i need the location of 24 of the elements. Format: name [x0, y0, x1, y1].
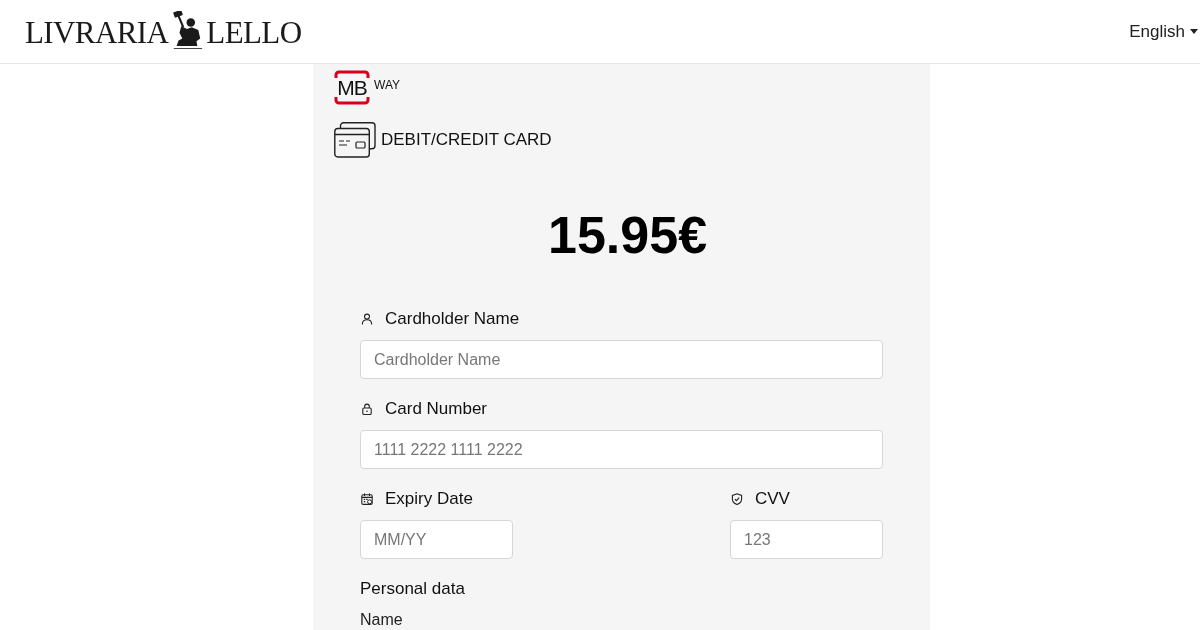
field-label: Name	[360, 611, 403, 629]
input-field[interactable]: MM/YY	[360, 520, 513, 559]
caret-icon	[1190, 29, 1198, 34]
field-label: Card Number	[385, 399, 488, 419]
logo-text: LELLO	[206, 17, 302, 48]
shield-check-icon	[731, 493, 743, 505]
field-label: Cardholder Name	[385, 309, 520, 329]
lock-icon	[361, 403, 373, 415]
section-title: Personal data	[360, 579, 465, 599]
input-field[interactable]: 123	[730, 520, 883, 559]
person-icon	[361, 313, 373, 325]
language-selector[interactable]: English	[1129, 21, 1198, 42]
payment-option[interactable]: DEBIT/CREDIT CARD	[334, 121, 552, 159]
price-amount: 15.95€	[548, 205, 708, 265]
input-field[interactable]: Cardholder Name	[360, 340, 883, 379]
field-label: CVV	[755, 489, 790, 509]
field-label: Expiry Date	[385, 489, 473, 509]
input-field[interactable]: 1111 2222 1111 2222	[360, 430, 883, 469]
mb-logo: MB	[334, 69, 370, 105]
calendar-icon	[361, 493, 373, 505]
logo-text: LIVRARIA	[25, 17, 169, 48]
payment-option[interactable]: MB WAY	[334, 69, 400, 105]
credit-card-icon	[334, 122, 376, 158]
hammer-figure-icon	[170, 10, 205, 49]
